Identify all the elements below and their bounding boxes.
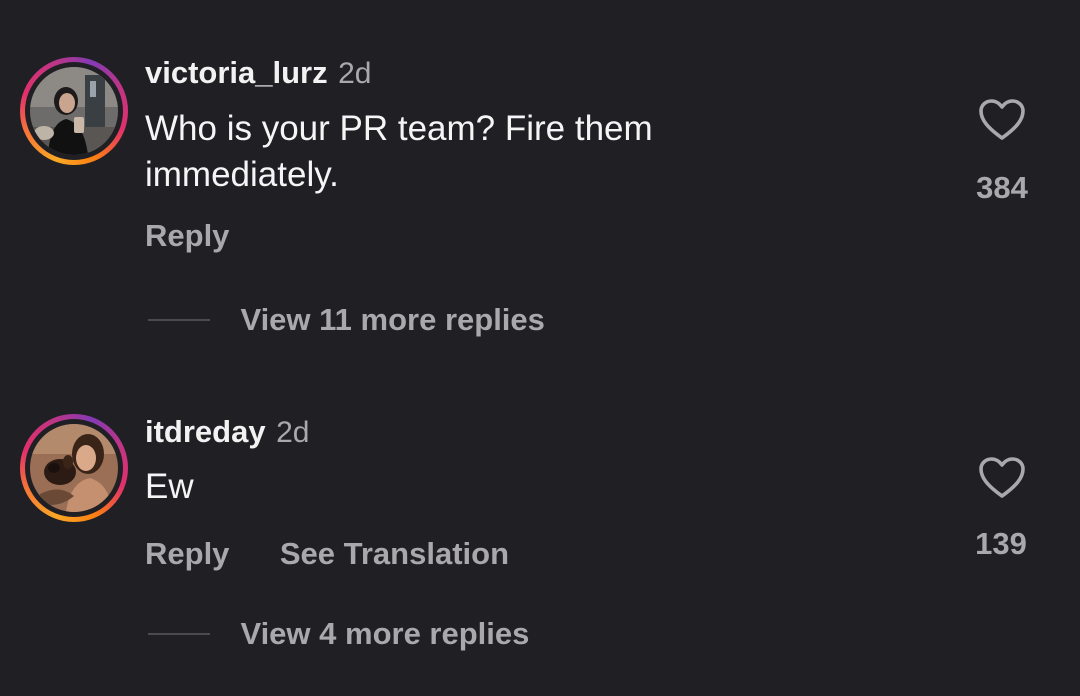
username-link[interactable]: itdreday [145,414,266,449]
comment-actions: Reply See Translation [145,536,555,572]
avatar[interactable] [20,57,128,165]
comment-header: victoria_lurz 2d [145,55,371,91]
see-translation-button[interactable]: See Translation [280,536,509,571]
timestamp: 2d [338,57,372,90]
timestamp: 2d [276,416,310,449]
comment-text: Ew [145,467,194,506]
view-replies-button[interactable]: View 4 more replies [148,616,529,652]
view-replies-label: View 11 more replies [240,302,545,337]
divider-line [148,633,210,635]
reply-button[interactable]: Reply [145,536,229,571]
like-count: 139 [975,526,1027,561]
view-replies-button[interactable]: View 11 more replies [148,302,545,338]
comment-text: Who is your PR team? Fire them immediate… [145,109,653,194]
reply-button[interactable]: Reply [145,218,229,253]
heart-icon[interactable] [978,456,1026,500]
user-photo-icon [30,67,118,155]
avatar[interactable] [20,414,128,522]
avatar-photo [30,67,118,155]
view-replies-label: View 4 more replies [240,616,530,651]
comment-actions: Reply [145,218,275,254]
avatar-photo [30,424,118,512]
heart-icon[interactable] [978,98,1026,142]
like-count: 384 [976,170,1028,205]
username-link[interactable]: victoria_lurz [145,55,328,90]
user-photo-icon [30,424,118,512]
comment-header: itdreday 2d [145,414,309,450]
divider-line [148,319,210,321]
